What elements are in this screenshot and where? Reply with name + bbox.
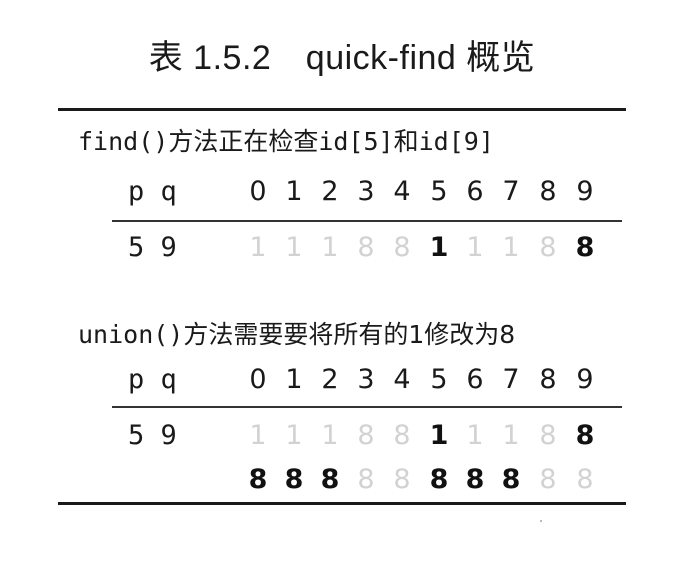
find-method-name: find() <box>78 127 169 156</box>
id-cell-9: 8 <box>576 464 594 495</box>
id-cell-5: 1 <box>429 232 449 263</box>
find-caption-text-1: 方法正在检查 <box>168 127 319 156</box>
union-method-name: union() <box>78 320 184 349</box>
column-header-5: 5 <box>430 176 448 207</box>
column-header-8: 8 <box>539 364 557 395</box>
scan-speck <box>540 520 542 522</box>
union-after-row: 8888888888 <box>0 464 684 504</box>
id-cell-4: 8 <box>393 232 411 263</box>
id-cell-5: 8 <box>429 464 449 495</box>
id-cell-0: 1 <box>249 232 267 263</box>
union-row-pq: 5 9 <box>128 420 177 451</box>
top-rule <box>58 108 626 111</box>
id-cell-0: 8 <box>248 464 268 495</box>
find-row-pq: 5 9 <box>128 232 177 263</box>
id-cell-2: 1 <box>321 232 339 263</box>
union-header-rule <box>112 406 622 408</box>
column-header-0: 0 <box>249 176 267 207</box>
id-cell-1: 8 <box>284 464 304 495</box>
id-cell-1: 1 <box>285 232 303 263</box>
column-header-6: 6 <box>466 176 484 207</box>
find-value-row: 5 9 1118811188 <box>0 232 684 272</box>
id-cell-2: 1 <box>321 420 339 451</box>
id-cell-3: 8 <box>357 232 375 263</box>
find-caption-id9: id[9] <box>418 127 494 156</box>
id-cell-7: 1 <box>502 420 520 451</box>
find-header-pq: p q <box>128 176 177 207</box>
find-header-rule <box>112 220 622 222</box>
column-header-9: 9 <box>576 176 594 207</box>
id-cell-4: 8 <box>393 464 411 495</box>
find-caption-id5: id[5] <box>318 127 394 156</box>
id-cell-1: 1 <box>285 420 303 451</box>
union-header-row: p q 0123456789 <box>0 364 684 404</box>
id-cell-6: 8 <box>465 464 485 495</box>
column-header-7: 7 <box>502 176 520 207</box>
id-cell-0: 1 <box>249 420 267 451</box>
id-cell-8: 8 <box>539 464 557 495</box>
column-header-0: 0 <box>249 364 267 395</box>
column-header-8: 8 <box>539 176 557 207</box>
column-header-5: 5 <box>430 364 448 395</box>
column-header-3: 3 <box>357 364 375 395</box>
column-header-4: 4 <box>393 364 411 395</box>
column-header-9: 9 <box>576 364 594 395</box>
bottom-rule <box>58 502 626 505</box>
column-header-1: 1 <box>285 176 303 207</box>
union-header-pq: p q <box>128 364 177 395</box>
id-cell-6: 1 <box>466 420 484 451</box>
id-cell-7: 1 <box>502 232 520 263</box>
id-cell-9: 8 <box>575 232 595 263</box>
column-header-3: 3 <box>357 176 375 207</box>
id-cell-4: 8 <box>393 420 411 451</box>
id-cell-7: 8 <box>501 464 521 495</box>
find-header-row: p q 0123456789 <box>0 176 684 216</box>
union-caption: union()方法需要要将所有的1修改为8 <box>78 315 515 351</box>
id-cell-3: 8 <box>357 464 375 495</box>
id-cell-6: 1 <box>466 232 484 263</box>
column-header-2: 2 <box>321 176 339 207</box>
column-header-7: 7 <box>502 364 520 395</box>
find-caption: find()方法正在检查id[5]和id[9] <box>78 122 494 158</box>
id-cell-5: 1 <box>429 420 449 451</box>
union-caption-text: 方法需要要将所有的1修改为8 <box>183 320 516 349</box>
id-cell-9: 8 <box>575 420 595 451</box>
find-caption-text-2: 和 <box>393 127 419 156</box>
id-cell-3: 8 <box>357 420 375 451</box>
union-before-row: 5 9 1118811188 <box>0 420 684 460</box>
id-cell-2: 8 <box>320 464 340 495</box>
column-header-4: 4 <box>393 176 411 207</box>
column-header-1: 1 <box>285 364 303 395</box>
id-cell-8: 8 <box>539 232 557 263</box>
column-header-6: 6 <box>466 364 484 395</box>
table-title: 表 1.5.2 quick-find 概览 <box>148 39 536 77</box>
column-header-2: 2 <box>321 364 339 395</box>
id-cell-8: 8 <box>539 420 557 451</box>
